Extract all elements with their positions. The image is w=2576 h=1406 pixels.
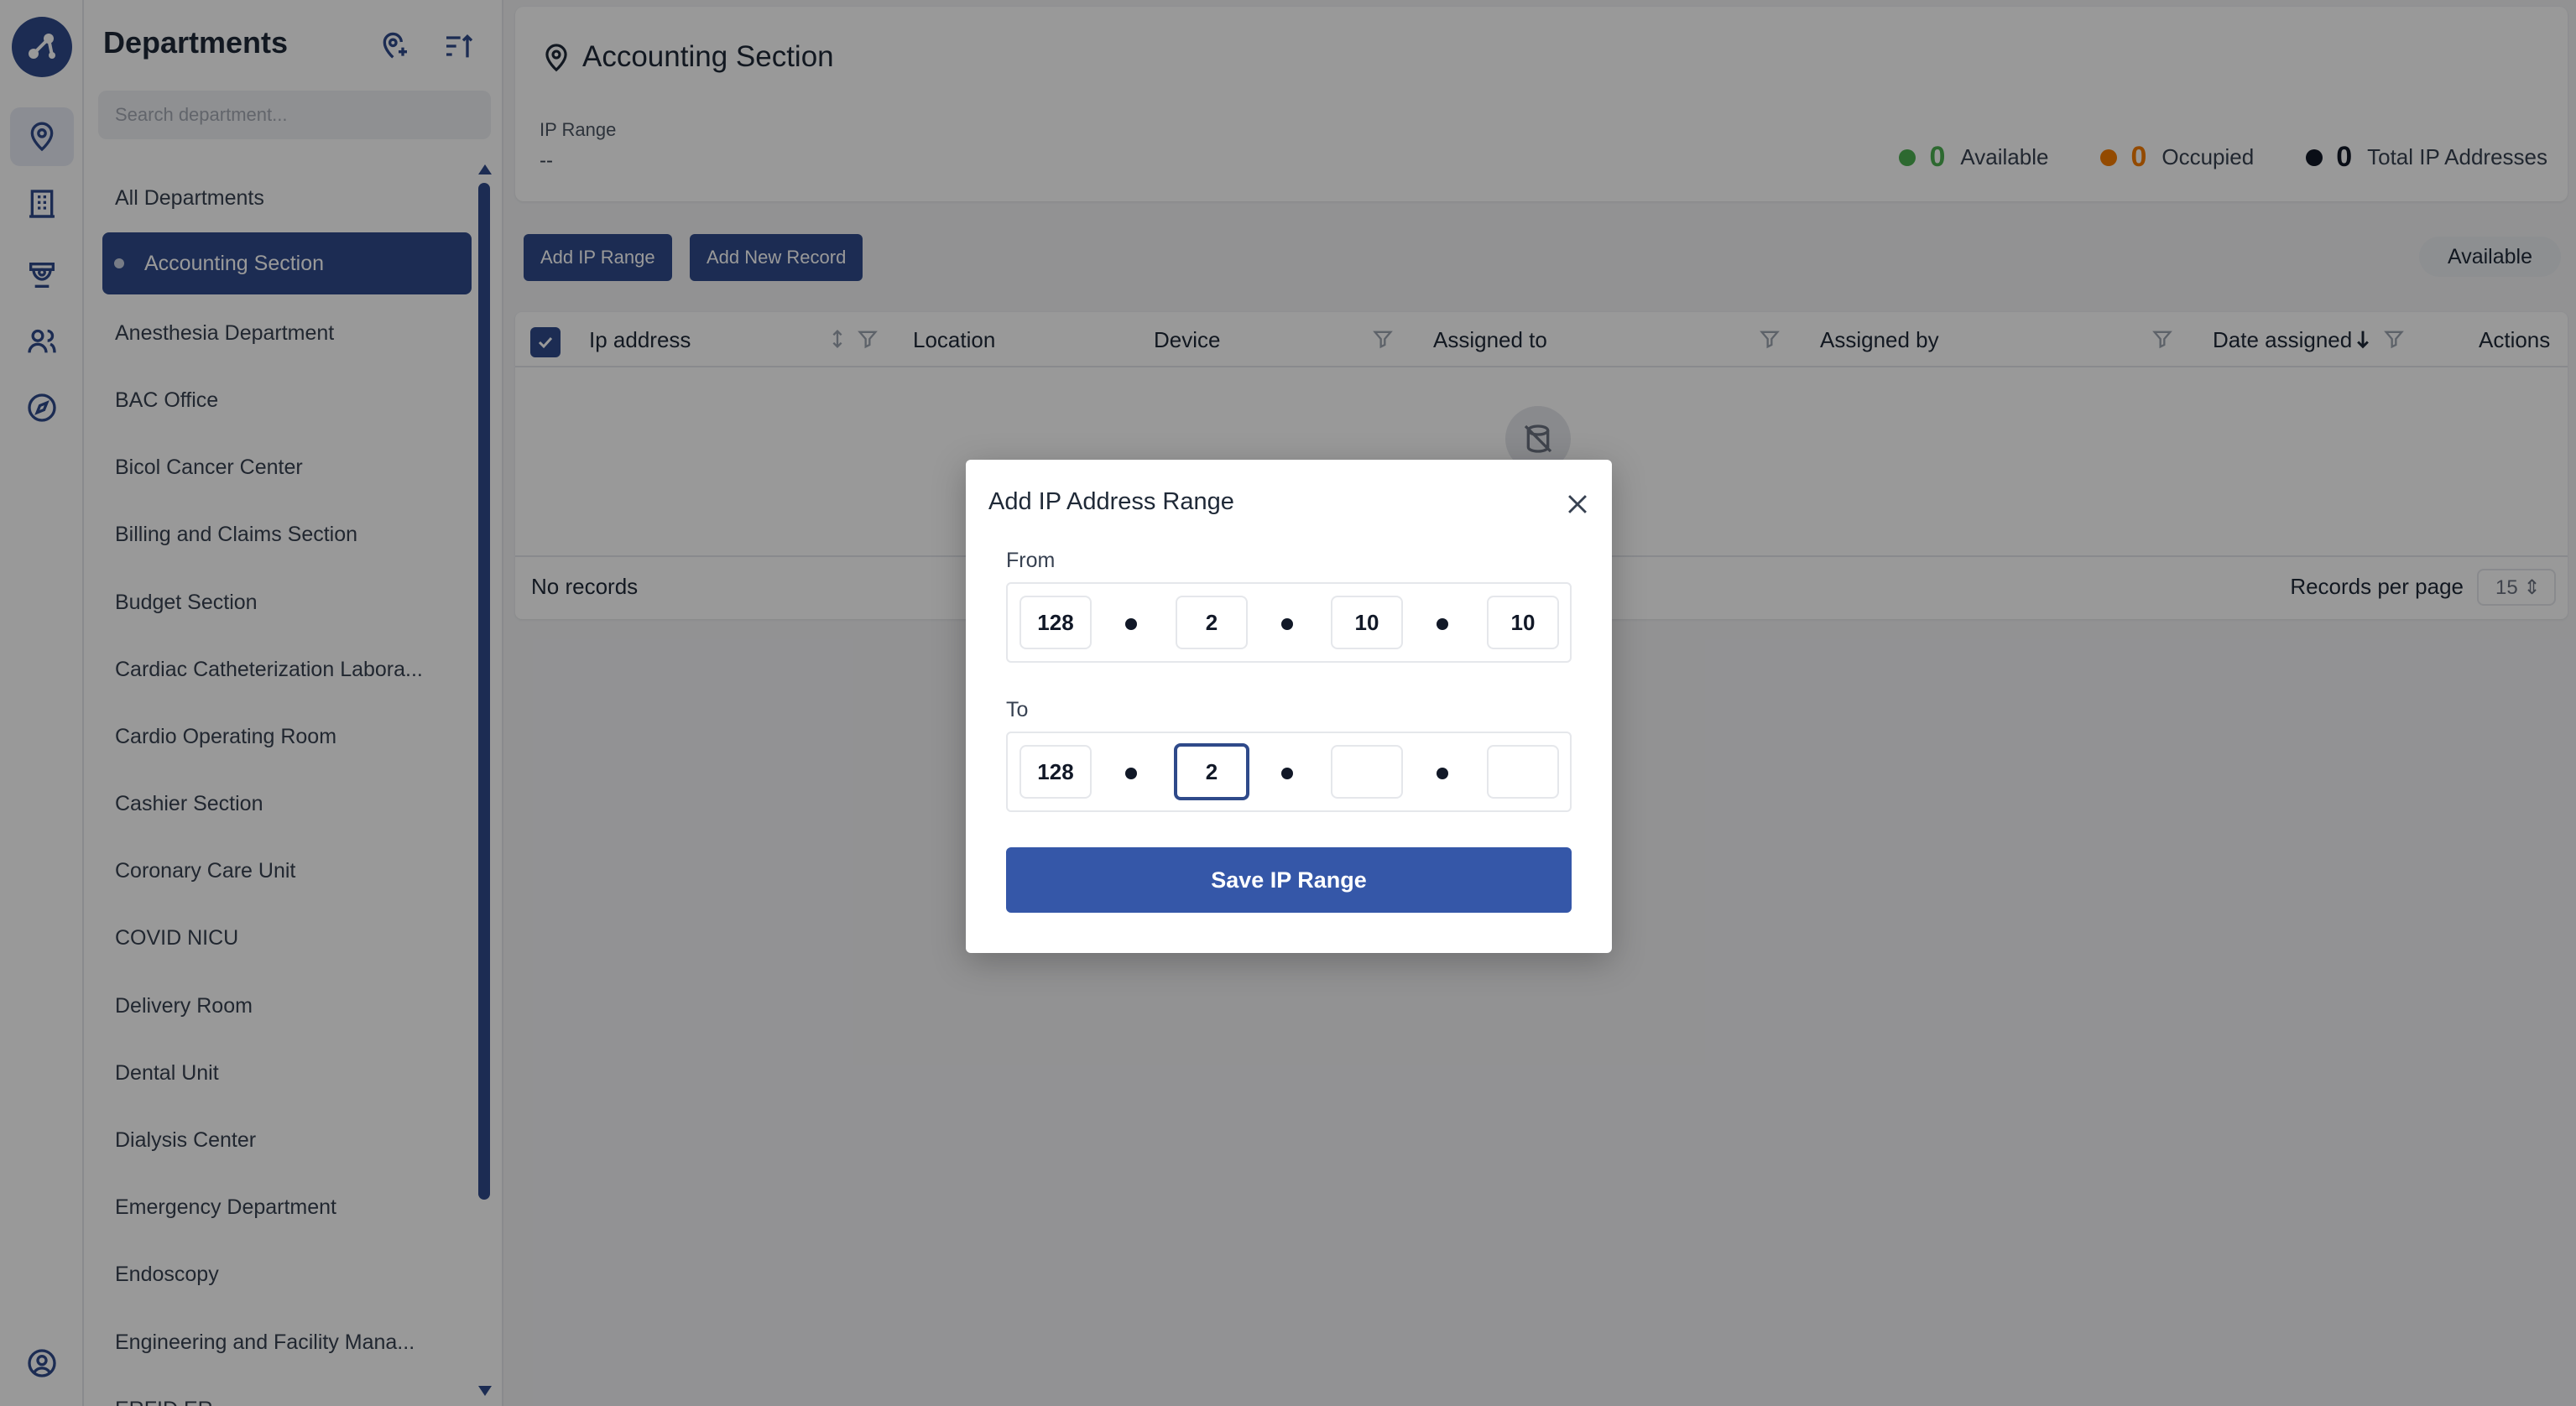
dot-separator-icon	[1125, 618, 1137, 630]
to-octet-2-input[interactable]	[1174, 743, 1249, 800]
save-ip-range-button[interactable]: Save IP Range	[1006, 847, 1572, 913]
to-label: To	[1006, 698, 1029, 721]
dialog-title: Add IP Address Range	[988, 488, 1234, 515]
close-icon[interactable]	[1563, 490, 1592, 518]
dot-separator-icon	[1125, 768, 1137, 779]
from-octet-2-input[interactable]	[1176, 596, 1248, 649]
from-octet-1-input[interactable]	[1019, 596, 1092, 649]
from-ip-group	[1006, 582, 1572, 663]
dot-separator-icon	[1281, 618, 1293, 630]
from-octet-3-input[interactable]	[1331, 596, 1403, 649]
to-octet-3-input[interactable]	[1331, 745, 1403, 799]
to-octet-4-input[interactable]	[1487, 745, 1559, 799]
to-octet-1-input[interactable]	[1019, 745, 1092, 799]
to-ip-group	[1006, 732, 1572, 812]
dot-separator-icon	[1437, 768, 1448, 779]
dot-separator-icon	[1437, 618, 1448, 630]
dot-separator-icon	[1281, 768, 1293, 779]
from-octet-4-input[interactable]	[1487, 596, 1559, 649]
from-label: From	[1006, 549, 1056, 572]
add-ip-range-dialog: Add IP Address Range From To Save IP Ran…	[966, 460, 1612, 953]
